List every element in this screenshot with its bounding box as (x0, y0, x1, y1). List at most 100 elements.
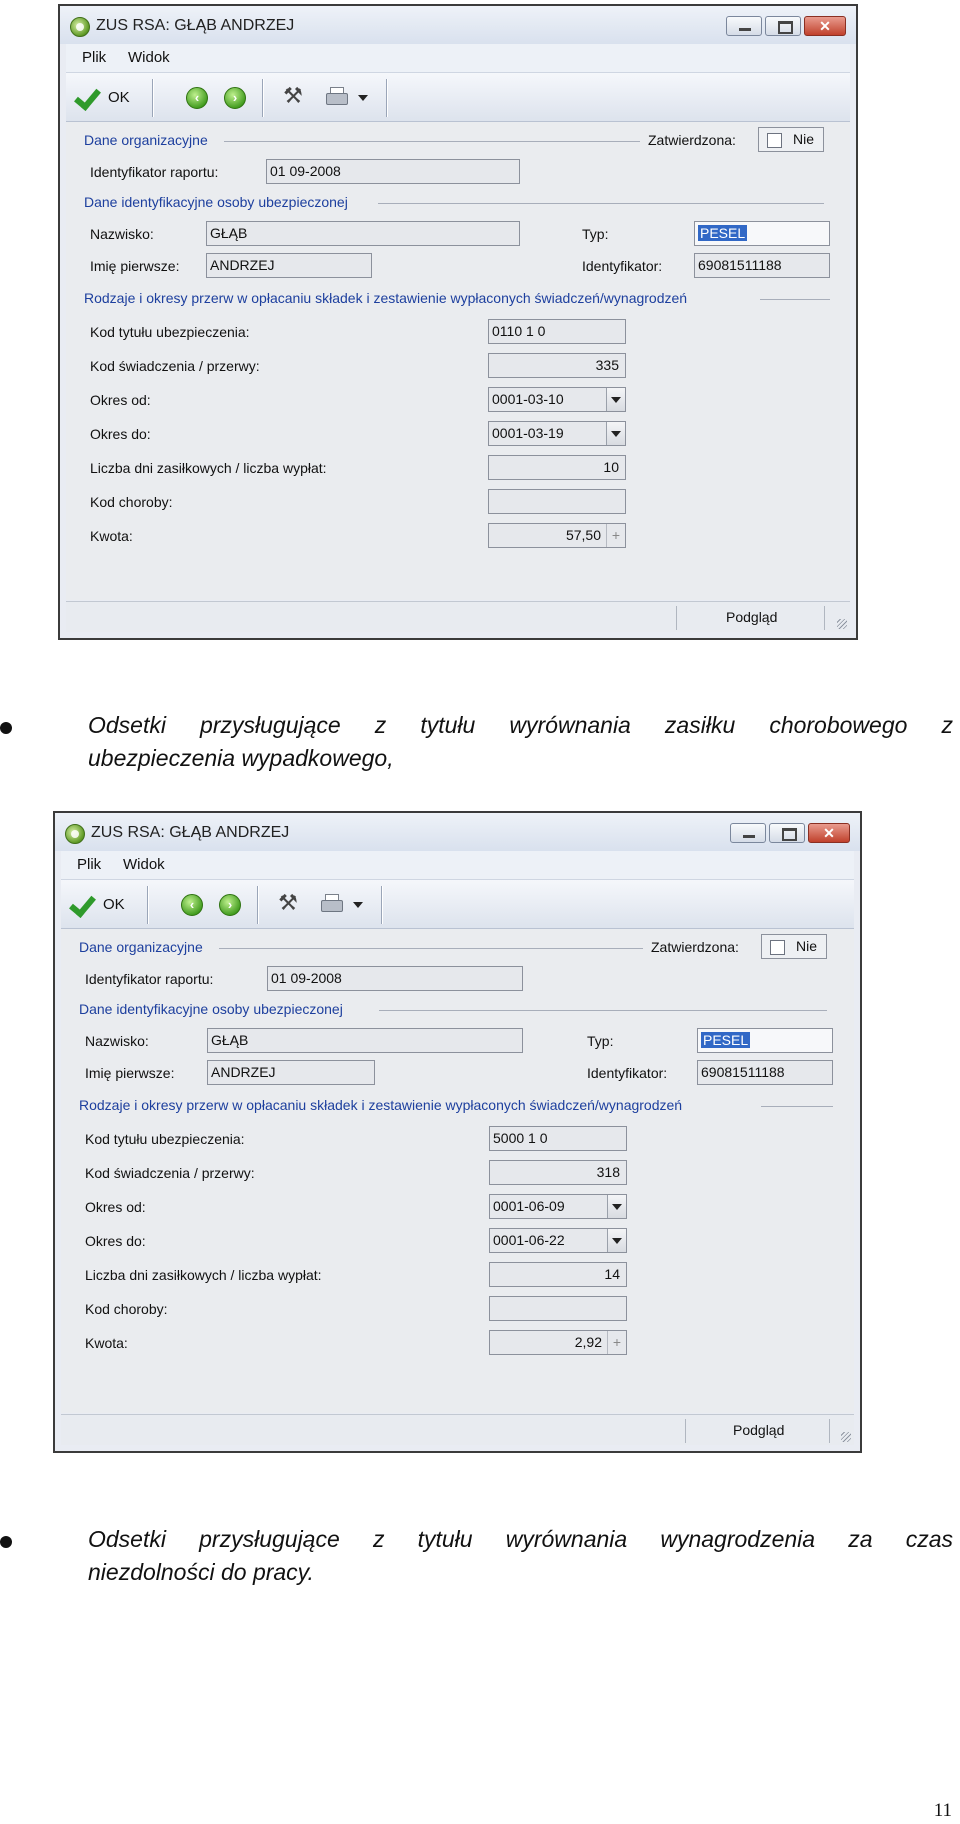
report-id-field[interactable]: 01 09-2008 (266, 159, 520, 184)
print-dropdown-arrow-icon[interactable] (353, 902, 363, 908)
type-value: PESEL (698, 225, 748, 241)
status-bar: Podgląd (61, 1414, 854, 1445)
amount-value: 57,50 (565, 527, 601, 543)
chevron-down-icon[interactable] (607, 1229, 626, 1252)
surname-field[interactable]: GŁĄB (207, 1028, 523, 1053)
window-title: ZUS RSA: GŁĄB ANDRZEJ (91, 824, 290, 841)
close-button[interactable]: ✕ (808, 823, 850, 843)
benefit-code-label: Kod świadczenia / przerwy: (85, 1165, 255, 1181)
resize-grip-icon[interactable] (837, 619, 847, 629)
title-bar[interactable]: ZUS RSA: GŁĄB ANDRZEJ ✕ (55, 813, 860, 851)
menu-widok[interactable]: Widok (123, 856, 165, 873)
maximize-button[interactable] (769, 823, 805, 843)
checkbox-icon (770, 940, 785, 955)
surname-label: Nazwisko: (90, 226, 154, 242)
resize-grip-icon[interactable] (841, 1432, 851, 1442)
tools-icon[interactable]: ⚒ (280, 83, 306, 109)
period-to-value: 0001-03-19 (492, 425, 564, 441)
period-from-label: Okres od: (90, 392, 151, 408)
insurance-code-field[interactable]: 5000 1 0 (489, 1126, 627, 1151)
amount-field[interactable]: 2,92 + (489, 1330, 627, 1355)
report-id-field[interactable]: 01 09-2008 (267, 966, 523, 991)
ok-label: OK (108, 88, 130, 106)
report-id-label: Identyfikator raportu: (85, 971, 214, 987)
period-from-combo[interactable]: 0001-03-10 (488, 387, 626, 412)
app-icon (65, 824, 85, 844)
chevron-down-icon[interactable] (606, 388, 625, 411)
approved-label: Zatwierdzona: (651, 939, 739, 955)
section-breaks: Rodzaje i okresy przerw w opłacaniu skła… (79, 1097, 683, 1113)
title-bar[interactable]: ZUS RSA: GŁĄB ANDRZEJ ✕ (60, 6, 856, 44)
period-to-combo[interactable]: 0001-06-22 (489, 1228, 627, 1253)
period-from-combo[interactable]: 0001-06-09 (489, 1194, 627, 1219)
checkmark-icon (74, 83, 104, 111)
disease-code-label: Kod choroby: (85, 1301, 168, 1317)
period-from-label: Okres od: (85, 1199, 146, 1215)
identifier-field[interactable]: 69081511188 (697, 1060, 833, 1085)
period-from-value: 0001-03-10 (492, 391, 564, 407)
form-content: Dane organizacyjne Zatwierdzona: Nie Ide… (61, 929, 854, 1413)
section-breaks: Rodzaje i okresy przerw w opłacaniu skła… (84, 290, 688, 306)
benefit-code-field[interactable]: 318 (489, 1160, 627, 1185)
printer-icon[interactable] (324, 85, 348, 107)
tools-icon[interactable]: ⚒ (275, 890, 301, 916)
section-ident: Dane identyfikacyjne osoby ubezpieczonej (79, 1001, 343, 1017)
printer-icon[interactable] (319, 892, 343, 914)
close-button[interactable]: ✕ (804, 16, 846, 36)
forward-arrow-icon[interactable]: › (224, 87, 246, 109)
form-content: Dane organizacyjne Zatwierdzona: Nie Ide… (66, 122, 850, 600)
back-arrow-icon[interactable]: ‹ (181, 894, 203, 916)
days-field[interactable]: 14 (489, 1262, 627, 1287)
menu-widok[interactable]: Widok (128, 49, 170, 66)
days-label: Liczba dni zasiłkowych / liczba wypłat: (85, 1267, 322, 1283)
disease-code-field[interactable] (489, 1296, 627, 1321)
insurance-code-field[interactable]: 0110 1 0 (488, 319, 626, 344)
period-to-label: Okres do: (90, 426, 151, 442)
first-name-field[interactable]: ANDRZEJ (207, 1060, 375, 1085)
first-name-label: Imię pierwsze: (85, 1065, 175, 1081)
report-id-label: Identyfikator raportu: (90, 164, 219, 180)
plus-icon[interactable]: + (606, 524, 625, 547)
period-to-combo[interactable]: 0001-03-19 (488, 421, 626, 446)
forward-arrow-icon[interactable]: › (219, 894, 241, 916)
minimize-button[interactable] (730, 823, 766, 843)
approved-checkbox[interactable]: Nie (758, 127, 824, 152)
preview-status[interactable]: Podgląd (733, 1422, 784, 1438)
minimize-button[interactable] (726, 16, 762, 36)
identifier-label: Identyfikator: (587, 1065, 668, 1081)
print-dropdown-arrow-icon[interactable] (358, 95, 368, 101)
first-name-field[interactable]: ANDRZEJ (206, 253, 372, 278)
benefit-code-field[interactable]: 335 (488, 353, 626, 378)
preview-status[interactable]: Podgląd (726, 609, 777, 625)
menu-plik[interactable]: Plik (77, 856, 101, 873)
chevron-down-icon[interactable] (607, 1195, 626, 1218)
maximize-icon (778, 21, 793, 34)
ok-button[interactable]: OK (74, 83, 130, 111)
type-field[interactable]: PESEL (697, 1028, 833, 1053)
plus-icon[interactable]: + (607, 1331, 626, 1354)
menu-bar: Plik Widok (61, 851, 854, 880)
period-to-value: 0001-06-22 (493, 1232, 565, 1248)
bullet-2-line-1: Odsetki przysługujące z tytułu wyrównani… (88, 1526, 953, 1552)
disease-code-field[interactable] (488, 489, 626, 514)
back-arrow-icon[interactable]: ‹ (186, 87, 208, 109)
section-org: Dane organizacyjne (79, 939, 203, 955)
type-field[interactable]: PESEL (694, 221, 830, 246)
menu-plik[interactable]: Plik (82, 49, 106, 66)
surname-field[interactable]: GŁĄB (206, 221, 520, 246)
amount-label: Kwota: (90, 528, 133, 544)
ok-button[interactable]: OK (69, 890, 125, 918)
days-field[interactable]: 10 (488, 455, 626, 480)
amount-field[interactable]: 57,50 + (488, 523, 626, 548)
chevron-down-icon[interactable] (606, 422, 625, 445)
maximize-button[interactable] (765, 16, 801, 36)
approved-value: Nie (796, 938, 818, 954)
rsa-window-2: ZUS RSA: GŁĄB ANDRZEJ ✕ Plik Widok OK ‹ … (53, 811, 862, 1453)
approved-value: Nie (793, 131, 815, 147)
approved-checkbox[interactable]: Nie (761, 934, 827, 959)
bullet-dot (0, 1536, 12, 1548)
checkmark-icon (69, 890, 99, 918)
days-label: Liczba dni zasiłkowych / liczba wypłat: (90, 460, 327, 476)
section-ident: Dane identyfikacyjne osoby ubezpieczonej (84, 194, 348, 210)
identifier-field[interactable]: 69081511188 (694, 253, 830, 278)
